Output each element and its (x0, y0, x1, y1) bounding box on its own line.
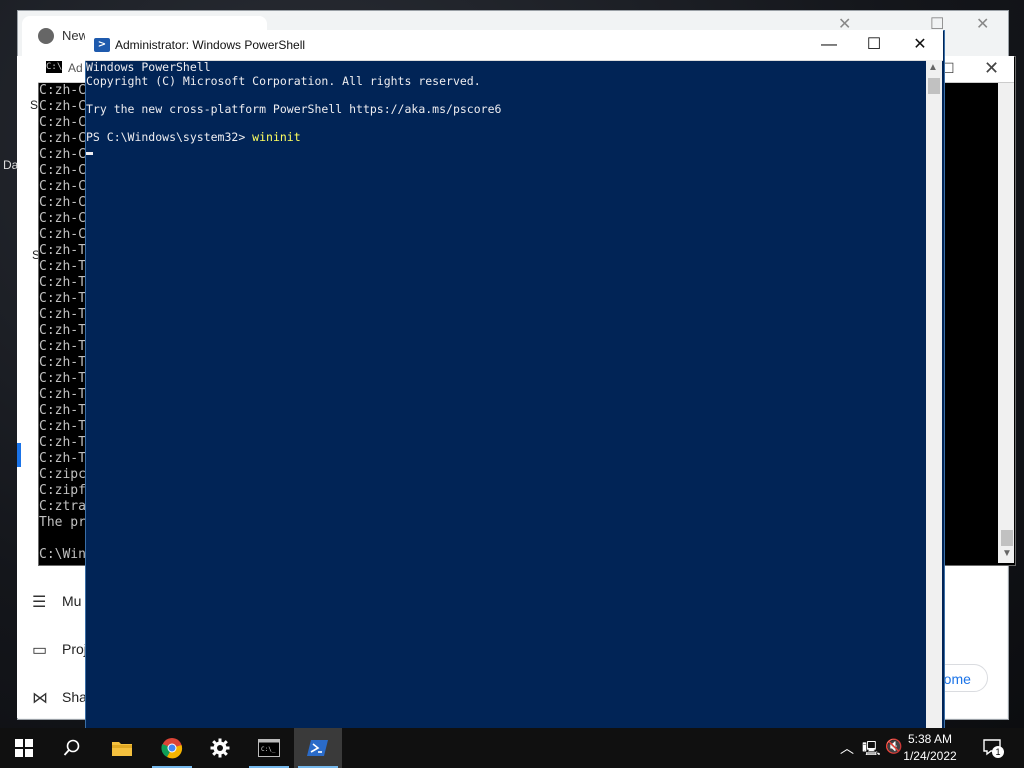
time: 5:38 AM (907, 732, 953, 746)
cmd-line: C:zh-T (39, 419, 86, 434)
cmd-line: C:ztra (39, 499, 86, 514)
cmd-line: C:\Win (39, 547, 86, 562)
minimize-button[interactable]: — (806, 32, 852, 58)
settings-button[interactable] (196, 728, 244, 768)
project-icon: ▭ (32, 642, 48, 659)
gear-icon (210, 738, 230, 758)
cmd-line: C:zh-T (39, 275, 86, 290)
cmd-line: C:zh-T (39, 307, 86, 322)
cmd-line: C:zh-T (39, 243, 86, 258)
multi-icon: ☰ (32, 594, 47, 611)
cmd-line: C:zh-C (39, 147, 86, 162)
powershell-scrollbar[interactable] (926, 60, 942, 728)
chrome-close-icon[interactable]: ✕ (976, 14, 989, 34)
side-item-label[interactable]: Mu (62, 593, 81, 609)
cmd-icon: C:\_ (258, 739, 280, 757)
cmd-taskbar-button[interactable]: C:\_ (245, 728, 293, 768)
powershell-console[interactable]: Windows PowerShell Copyright (C) Microso… (86, 60, 926, 728)
cmd-line: C:zipf (39, 483, 86, 498)
chrome-icon (161, 738, 183, 759)
cmd-line: C:zh-C (39, 83, 86, 98)
notification-badge: 1 (992, 746, 1004, 758)
cmd-line: C:zh-T (39, 259, 86, 274)
cmd-line (39, 531, 89, 547)
search-button[interactable] (48, 728, 96, 768)
side-item-label[interactable]: Proj (62, 641, 87, 657)
console-line: Windows PowerShell (86, 60, 211, 74)
cmd-line: C:zh-T (39, 339, 86, 354)
prompt-line: PS C:\Windows\system32> wininit (86, 130, 926, 144)
cmd-line: The pr (39, 515, 86, 530)
cmd-line: C:zh-C (39, 179, 86, 194)
cmd-scroll-down-icon[interactable]: ▼ (1002, 548, 1012, 559)
search-icon (63, 739, 80, 756)
side-item-label[interactable]: Sha (62, 689, 87, 705)
cmd-line: C:zh-C (39, 163, 86, 178)
powershell-scroll-thumb[interactable] (928, 78, 940, 94)
powershell-icon: > (94, 38, 110, 52)
cmd-line: C:zh-T (39, 403, 86, 418)
cmd-line: C:zh-C (39, 115, 86, 130)
date: 1/24/2022 (903, 749, 957, 763)
windows-icon (15, 739, 33, 757)
cmd-line: C:zh-T (39, 355, 86, 370)
cmd-title: Ad (68, 61, 83, 75)
side-fragment: S (30, 98, 39, 112)
svg-text:C:\_: C:\_ (261, 746, 276, 753)
console-line: Try the new cross-platform PowerShell ht… (86, 102, 502, 116)
cmd-line: C:zh-C (39, 227, 86, 242)
active-indicator (17, 443, 21, 467)
cmd-line: C:zh-C (39, 99, 86, 114)
share-icon: ⋈ (32, 690, 48, 707)
cmd-scroll-thumb[interactable] (1001, 530, 1013, 546)
cursor-line (86, 144, 926, 158)
clock[interactable]: 5:38 AM 1/24/2022 (900, 731, 960, 765)
desktop-fragment: Da (3, 158, 19, 172)
network-icon[interactable]: 🖳 (862, 738, 881, 762)
maximize-button[interactable]: ☐ (851, 32, 897, 58)
cmd-line: C:zh-T (39, 323, 86, 338)
powershell-taskbar-button[interactable] (294, 728, 342, 768)
cmd-line: C:zh-C (39, 211, 86, 226)
chevron-up-icon[interactable]: ︿ (840, 738, 854, 758)
cmd-close-icon[interactable]: ✕ (984, 58, 999, 79)
scroll-up-icon[interactable]: ▲ (928, 62, 938, 73)
cmd-output: C:zh-C C:zh-C C:zh-C C:zh-C C:zh-C C:zh-C C:zh… (39, 83, 89, 563)
start-button[interactable] (0, 728, 48, 768)
cmd-line: C:zh-T (39, 435, 86, 450)
cmd-line: C:zh-T (39, 387, 86, 402)
prompt: PS C:\Windows\system32> (86, 130, 253, 144)
close-button[interactable]: ✕ (897, 32, 943, 58)
action-center-button[interactable]: 1 (982, 737, 1004, 758)
console-line: Copyright (C) Microsoft Corporation. All… (86, 74, 481, 88)
command-text: wininit (252, 130, 301, 144)
file-explorer-button[interactable] (98, 728, 146, 768)
cmd-line: C:zh-T (39, 451, 86, 466)
cmd-line: C:zh-C (39, 131, 86, 146)
cmd-scrollbar[interactable] (998, 83, 1014, 563)
cmd-line: C:zh-C (39, 195, 86, 210)
powershell-title: Administrator: Windows PowerShell (115, 38, 306, 52)
text-cursor (86, 152, 93, 155)
powershell-icon (307, 740, 328, 756)
folder-icon (112, 742, 132, 756)
chrome-tab-icon (38, 28, 54, 44)
cmd-line: C:zh-T (39, 371, 86, 386)
cmd-line: C:zipc (39, 467, 86, 482)
cmd-line: C:zh-T (39, 291, 86, 306)
chrome-taskbar-button[interactable] (148, 728, 196, 768)
cmd-icon: C:\ (46, 61, 63, 73)
